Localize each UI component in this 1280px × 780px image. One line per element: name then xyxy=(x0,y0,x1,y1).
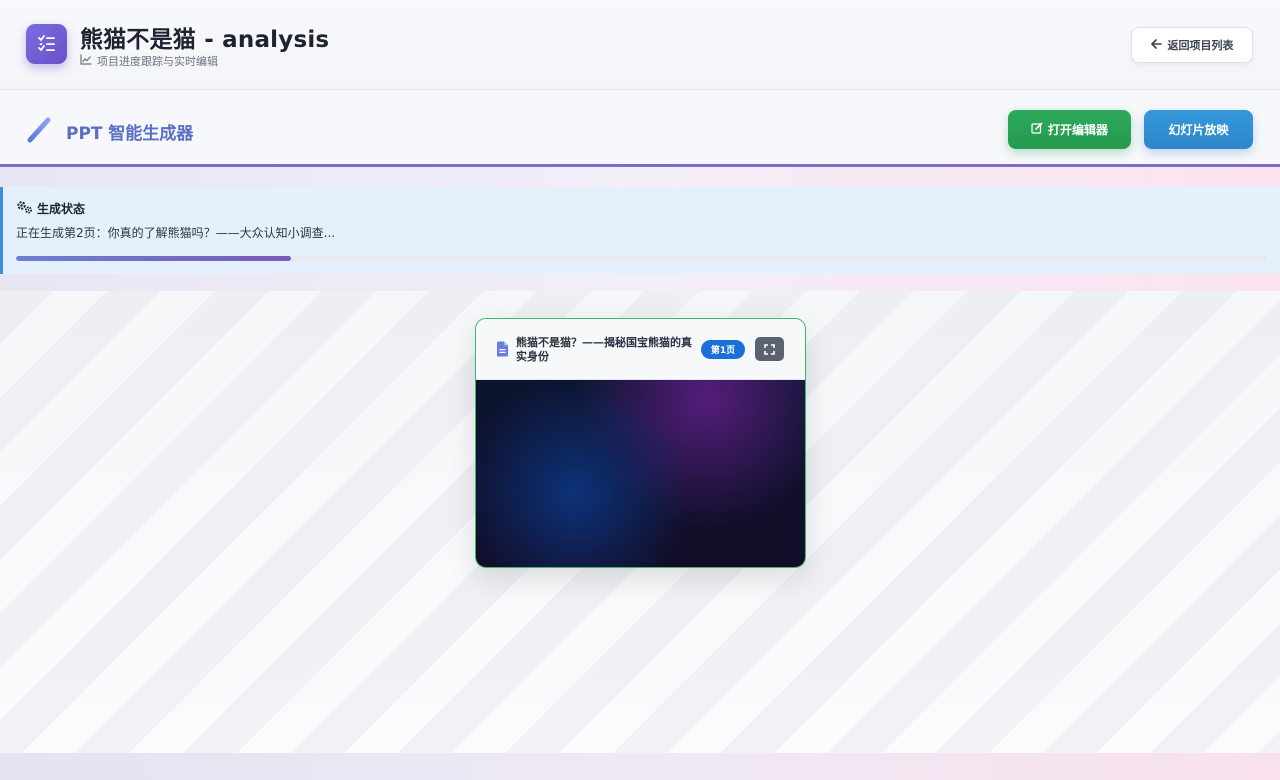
generation-progress-bar xyxy=(16,256,1267,261)
chart-line-icon xyxy=(80,54,92,68)
status-heading: 生成状态 xyxy=(16,200,85,217)
magic-wand-icon xyxy=(26,114,54,144)
page-number-badge: 第1页 xyxy=(701,340,745,359)
slide-card[interactable]: 熊猫不是猫？——揭秘国宝熊猫的真实身份 第1页 xyxy=(475,318,806,568)
footer-strip xyxy=(0,753,1280,780)
slideshow-button[interactable]: 幻灯片放映 xyxy=(1144,110,1253,149)
progress-fill xyxy=(16,256,292,261)
slide-title: 熊猫不是猫？——揭秘国宝熊猫的真实身份 xyxy=(516,336,692,363)
back-button-label: 返回项目列表 xyxy=(1167,39,1234,52)
status-message: 正在生成第2页：你真的了解熊猫吗？——大众认知小调查... xyxy=(16,226,336,240)
subtitle-text: 项目进度跟踪与实时编辑 xyxy=(97,55,218,68)
page-title: 熊猫不是猫 - analysis xyxy=(80,27,330,53)
gears-icon xyxy=(16,200,33,217)
arrow-left-icon xyxy=(1150,38,1162,52)
generator-title: PPT 智能生成器 xyxy=(66,124,194,144)
tasks-icon xyxy=(26,24,67,64)
open-editor-button[interactable]: 打开编辑器 xyxy=(1008,110,1131,149)
slide-preview[interactable] xyxy=(476,380,805,567)
back-to-projects-button[interactable]: 返回项目列表 xyxy=(1131,27,1253,63)
edit-icon xyxy=(1031,122,1043,137)
document-icon xyxy=(496,341,509,357)
open-editor-label: 打开编辑器 xyxy=(1047,123,1108,137)
expand-icon xyxy=(764,340,775,359)
slide-card-header: 熊猫不是猫？——揭秘国宝熊猫的真实身份 第1页 xyxy=(476,319,805,380)
page-subtitle: 项目进度跟踪与实时编辑 xyxy=(80,53,218,69)
fullscreen-button[interactable] xyxy=(755,337,784,361)
status-heading-label: 生成状态 xyxy=(37,202,86,216)
